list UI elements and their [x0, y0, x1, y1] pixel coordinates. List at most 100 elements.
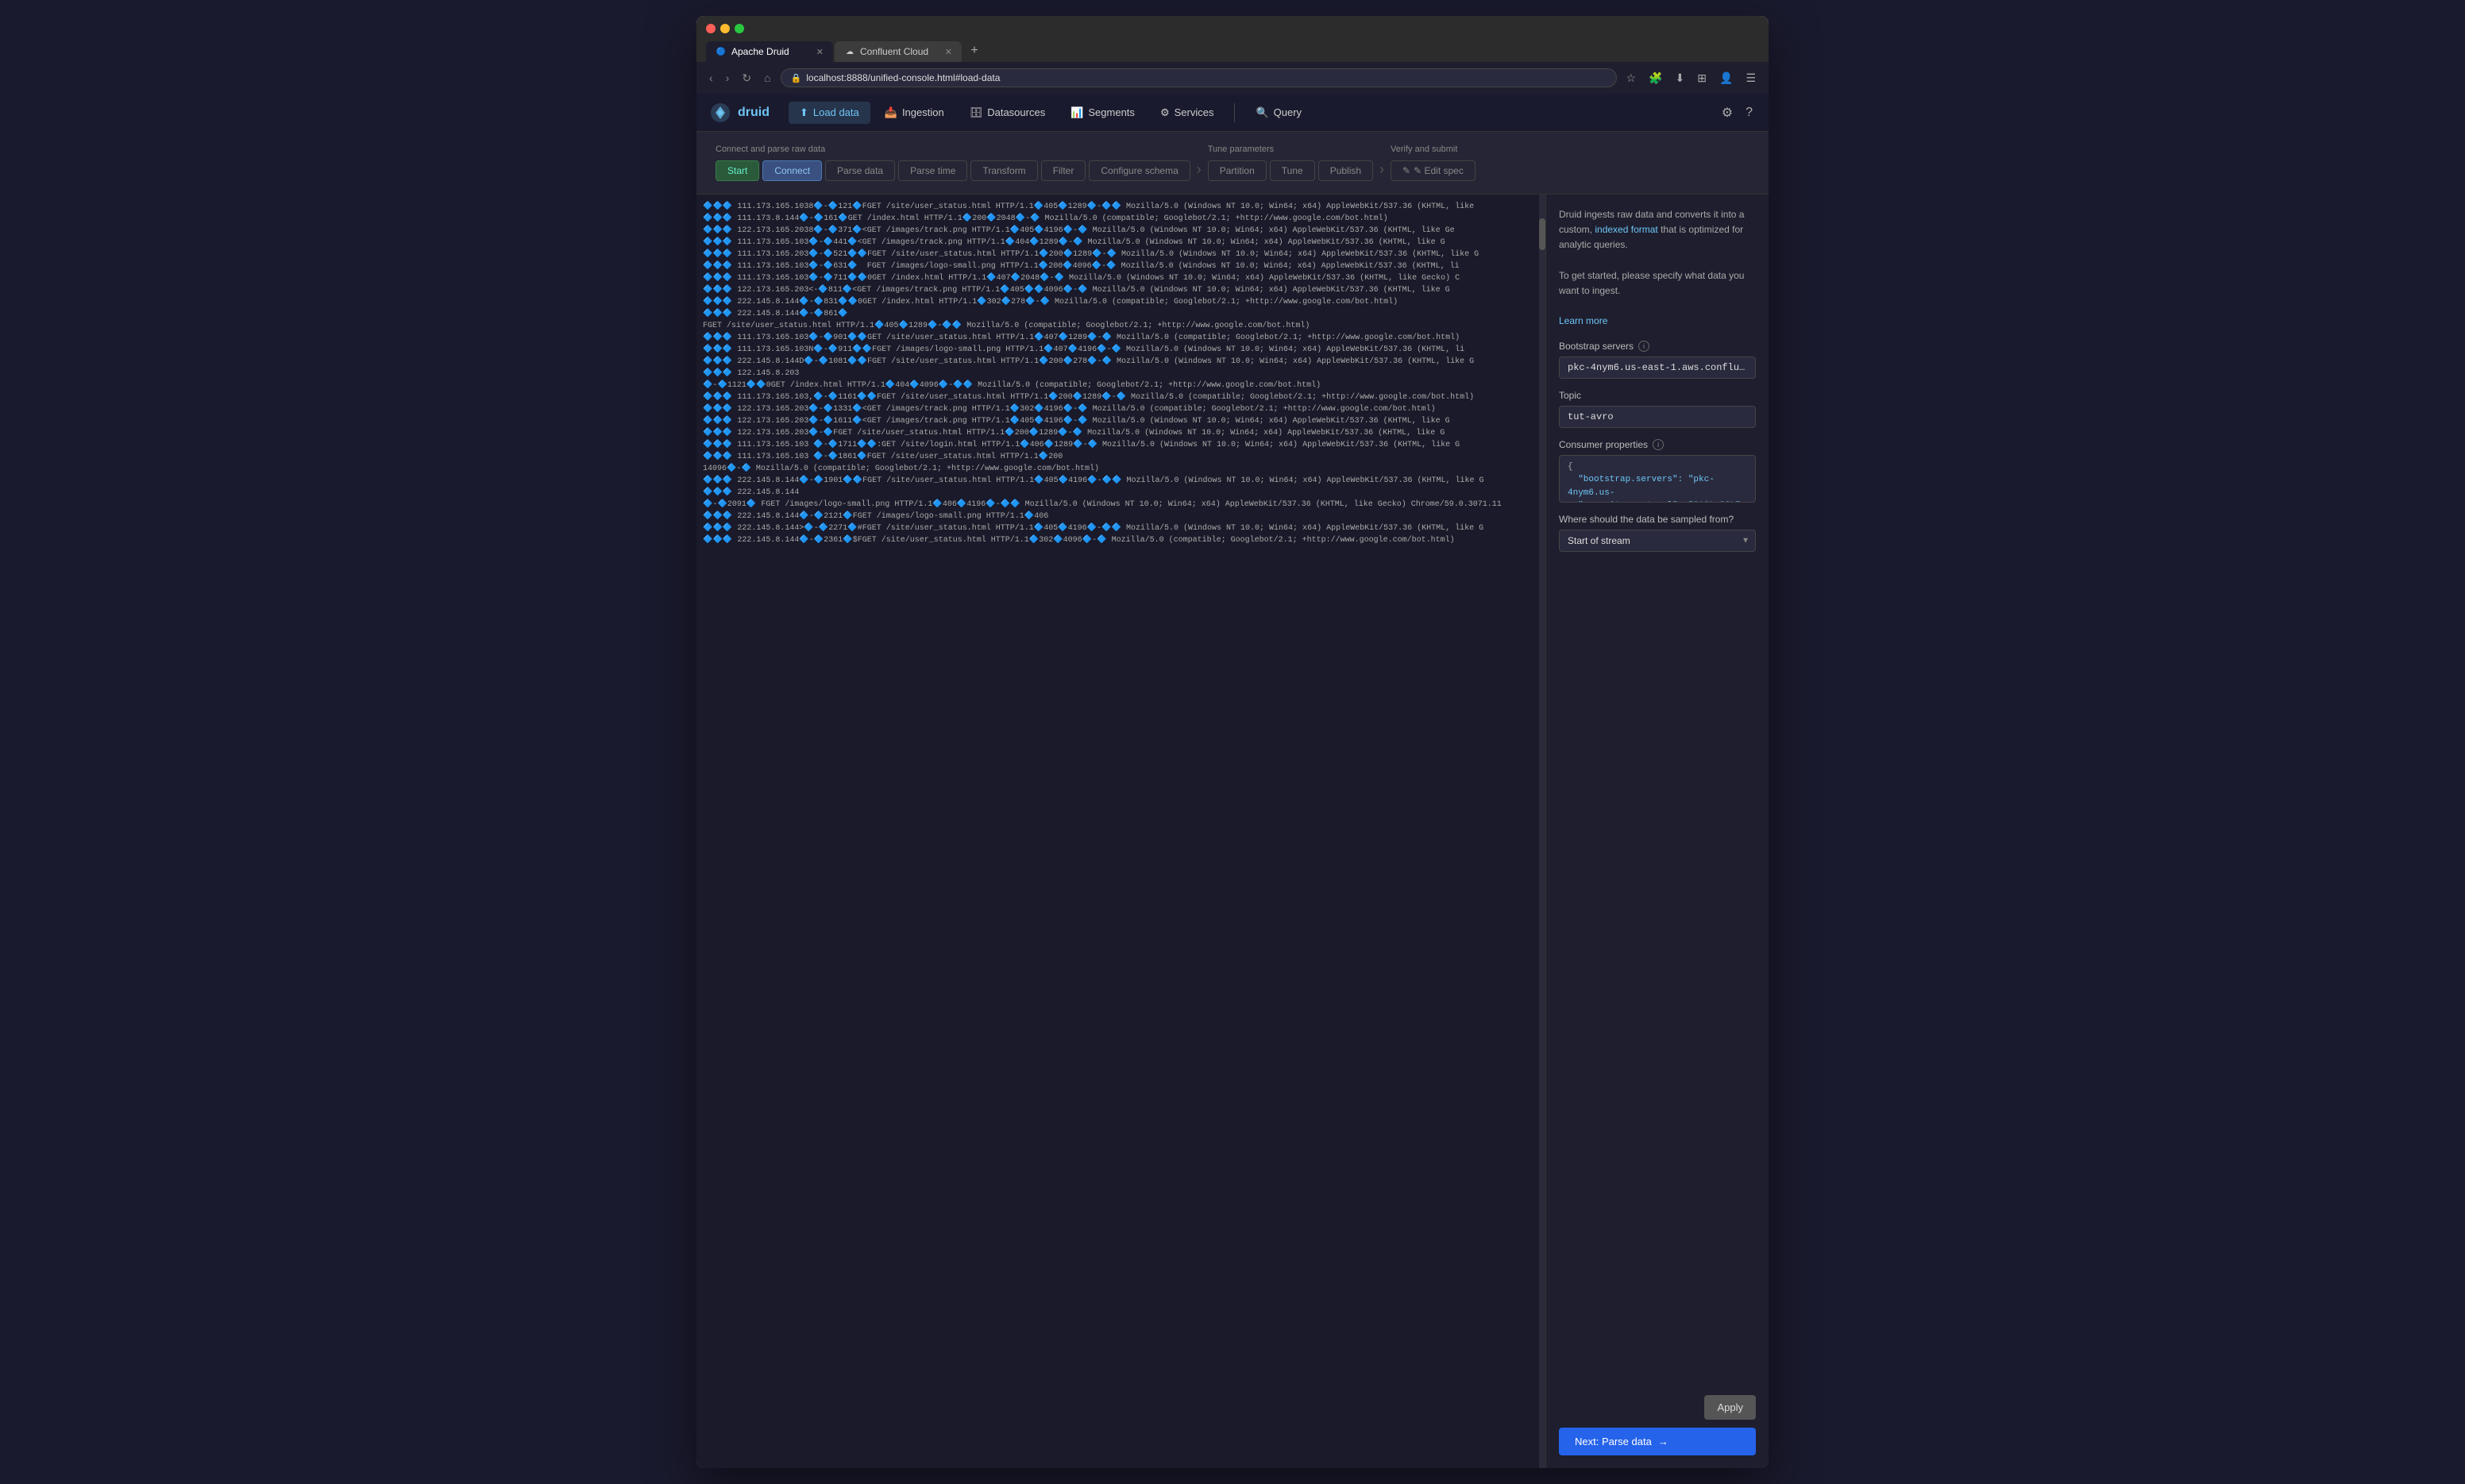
- step-tab-connect[interactable]: Connect: [762, 160, 822, 181]
- bootstrap-servers-label: Bootstrap servers i: [1559, 341, 1756, 352]
- tab-close-druid[interactable]: ✕: [816, 47, 824, 57]
- step-tab-partition[interactable]: Partition: [1208, 160, 1267, 181]
- menu-icon[interactable]: ☰: [1742, 70, 1759, 87]
- tab-confluent-cloud[interactable]: ☁ Confluent Cloud ✕: [835, 41, 962, 62]
- lock-icon: 🔒: [791, 73, 802, 83]
- nav-item-datasources[interactable]: 🗄 Datasources: [959, 102, 1057, 124]
- forward-button[interactable]: ›: [723, 70, 733, 86]
- step-arrow-2: ›: [1373, 161, 1391, 178]
- address-text: localhost:8888/unified-console.html#load…: [806, 72, 1000, 83]
- tab-apache-druid[interactable]: 🔵 Apache Druid ✕: [706, 41, 833, 62]
- next-button[interactable]: Next: Parse data →: [1559, 1428, 1756, 1455]
- data-preview-text: 🔷🔷🔷 111.173.165.1038🔷-🔷121🔷FGET /site/us…: [703, 201, 1539, 546]
- address-field[interactable]: 🔒 localhost:8888/unified-console.html#lo…: [781, 68, 1617, 87]
- services-icon: ⚙: [1160, 106, 1170, 119]
- topic-value[interactable]: tut-avro: [1559, 406, 1756, 428]
- main-content: 🔷🔷🔷 111.173.165.1038🔷-🔷121🔷FGET /site/us…: [696, 195, 1769, 1468]
- load-data-icon: ⬆: [800, 106, 808, 119]
- traffic-lights: [706, 24, 744, 33]
- top-nav: druid ⬆ Load data 📥 Ingestion 🗄 Datasour…: [696, 94, 1769, 132]
- close-button[interactable]: [706, 24, 716, 33]
- panel-bottom: Apply Next: Parse data →: [1559, 1395, 1756, 1455]
- next-label: Next: Parse data: [1575, 1436, 1652, 1447]
- consumer-properties-label: Consumer properties i: [1559, 439, 1756, 450]
- extensions-icon[interactable]: 🧩: [1645, 70, 1665, 87]
- topic-label: Topic: [1559, 390, 1756, 401]
- nav-item-ingestion[interactable]: 📥 Ingestion: [874, 102, 955, 124]
- nav-item-query[interactable]: 🔍 Query: [1244, 102, 1313, 124]
- back-button[interactable]: ‹: [706, 70, 716, 86]
- home-button[interactable]: ⌂: [761, 70, 773, 86]
- edit-spec-label: ✎ Edit spec: [1414, 165, 1464, 176]
- sample-from-select-wrapper: Start of stream End of stream ▼: [1559, 530, 1756, 552]
- grid-icon[interactable]: ⊞: [1694, 70, 1710, 87]
- browser-tabs-row: 🔵 Apache Druid ✕ ☁ Confluent Cloud ✕ +: [706, 40, 1759, 62]
- download-icon[interactable]: ⬇: [1672, 70, 1688, 87]
- wizard-group-tune-label: Tune parameters: [1208, 145, 1373, 154]
- apply-button[interactable]: Apply: [1704, 1395, 1756, 1420]
- consumer-properties-field: Consumer properties i { "bootstrap.serve…: [1559, 439, 1756, 503]
- wizard-group-submit-tabs: ✎ ✎ Edit spec: [1391, 160, 1476, 181]
- tab-favicon-confluent: ☁: [844, 46, 855, 57]
- logo-text: druid: [738, 106, 770, 120]
- step-tab-transform[interactable]: Transform: [970, 160, 1037, 181]
- indexed-format-link[interactable]: indexed format: [1595, 224, 1657, 235]
- nav-item-query-label: Query: [1274, 106, 1302, 118]
- nav-item-load-data[interactable]: ⬆ Load data: [789, 102, 870, 124]
- wizard-group-submit: Verify and submit ✎ ✎ Edit spec: [1391, 145, 1476, 181]
- address-bar-row: ‹ › ↻ ⌂ 🔒 localhost:8888/unified-console…: [696, 62, 1769, 94]
- tab-close-confluent[interactable]: ✕: [945, 47, 952, 57]
- consumer-properties-info-icon[interactable]: i: [1653, 439, 1664, 450]
- sample-from-select[interactable]: Start of stream End of stream: [1559, 530, 1756, 552]
- maximize-button[interactable]: [735, 24, 744, 33]
- data-preview-panel[interactable]: 🔷🔷🔷 111.173.165.1038🔷-🔷121🔷FGET /site/us…: [696, 195, 1546, 1468]
- refresh-button[interactable]: ↻: [739, 70, 754, 87]
- bootstrap-servers-value[interactable]: pkc-4nym6.us-east-1.aws.confluent.cloud:: [1559, 357, 1756, 379]
- description-part3: To get started, please specify what data…: [1559, 270, 1744, 296]
- wizard-group-tune: Tune parameters Partition Tune Publish: [1208, 145, 1373, 181]
- data-preview-inner[interactable]: 🔷🔷🔷 111.173.165.1038🔷-🔷121🔷FGET /site/us…: [696, 195, 1545, 1468]
- new-tab-button[interactable]: +: [963, 40, 986, 62]
- profile-icon[interactable]: 👤: [1716, 70, 1736, 87]
- datasources-icon: 🗄: [970, 106, 983, 119]
- consumer-properties-value[interactable]: { "bootstrap.servers": "pkc-4nym6.us- "s…: [1559, 455, 1756, 503]
- minimize-button[interactable]: [720, 24, 730, 33]
- nav-item-ingestion-label: Ingestion: [902, 106, 944, 118]
- browser-chrome: 🔵 Apache Druid ✕ ☁ Confluent Cloud ✕ +: [696, 16, 1769, 62]
- nav-divider: [1234, 103, 1235, 122]
- nav-item-datasources-label: Datasources: [987, 106, 1045, 118]
- nav-items: ⬆ Load data 📥 Ingestion 🗄 Datasources 📊 …: [789, 102, 1719, 124]
- wizard-group-connect-label: Connect and parse raw data: [716, 145, 1190, 154]
- nav-right: ⚙ ?: [1719, 102, 1756, 124]
- wizard-steps: Connect and parse raw data Start Connect…: [716, 145, 1749, 181]
- nav-item-segments[interactable]: 📊 Segments: [1059, 102, 1146, 124]
- bootstrap-servers-info-icon[interactable]: i: [1638, 341, 1649, 352]
- scrollbar[interactable]: [1539, 195, 1545, 1468]
- learn-more-link[interactable]: Learn more: [1559, 315, 1607, 326]
- wizard-group-connect-tabs: Start Connect Parse data Parse time Tran…: [716, 160, 1190, 181]
- step-tab-configure-schema[interactable]: Configure schema: [1089, 160, 1190, 181]
- step-tab-edit-spec[interactable]: ✎ ✎ Edit spec: [1391, 160, 1476, 181]
- step-tab-parse-data[interactable]: Parse data: [825, 160, 895, 181]
- scrollbar-thumb[interactable]: [1539, 218, 1545, 250]
- step-arrow-1: ›: [1190, 161, 1208, 178]
- step-tab-publish[interactable]: Publish: [1318, 160, 1373, 181]
- settings-button[interactable]: ⚙: [1719, 102, 1736, 124]
- app-container: druid ⬆ Load data 📥 Ingestion 🗄 Datasour…: [696, 94, 1769, 1468]
- step-tab-parse-time[interactable]: Parse time: [898, 160, 967, 181]
- right-panel: Druid ingests raw data and converts it i…: [1546, 195, 1769, 1468]
- step-tab-tune[interactable]: Tune: [1270, 160, 1315, 181]
- step-tab-filter[interactable]: Filter: [1041, 160, 1086, 181]
- step-tab-start[interactable]: Start: [716, 160, 759, 181]
- nav-item-services[interactable]: ⚙ Services: [1149, 102, 1225, 124]
- help-button[interactable]: ?: [1742, 102, 1756, 123]
- wizard-group-connect: Connect and parse raw data Start Connect…: [716, 145, 1190, 181]
- wizard-group-tune-tabs: Partition Tune Publish: [1208, 160, 1373, 181]
- wizard-header: Connect and parse raw data Start Connect…: [696, 132, 1769, 195]
- bookmark-icon[interactable]: ☆: [1623, 70, 1640, 87]
- query-icon: 🔍: [1256, 106, 1268, 119]
- bootstrap-servers-field: Bootstrap servers i pkc-4nym6.us-east-1.…: [1559, 341, 1756, 379]
- tab-label-druid: Apache Druid: [731, 46, 789, 57]
- tab-favicon-druid: 🔵: [716, 46, 727, 57]
- druid-logo[interactable]: druid: [709, 102, 770, 124]
